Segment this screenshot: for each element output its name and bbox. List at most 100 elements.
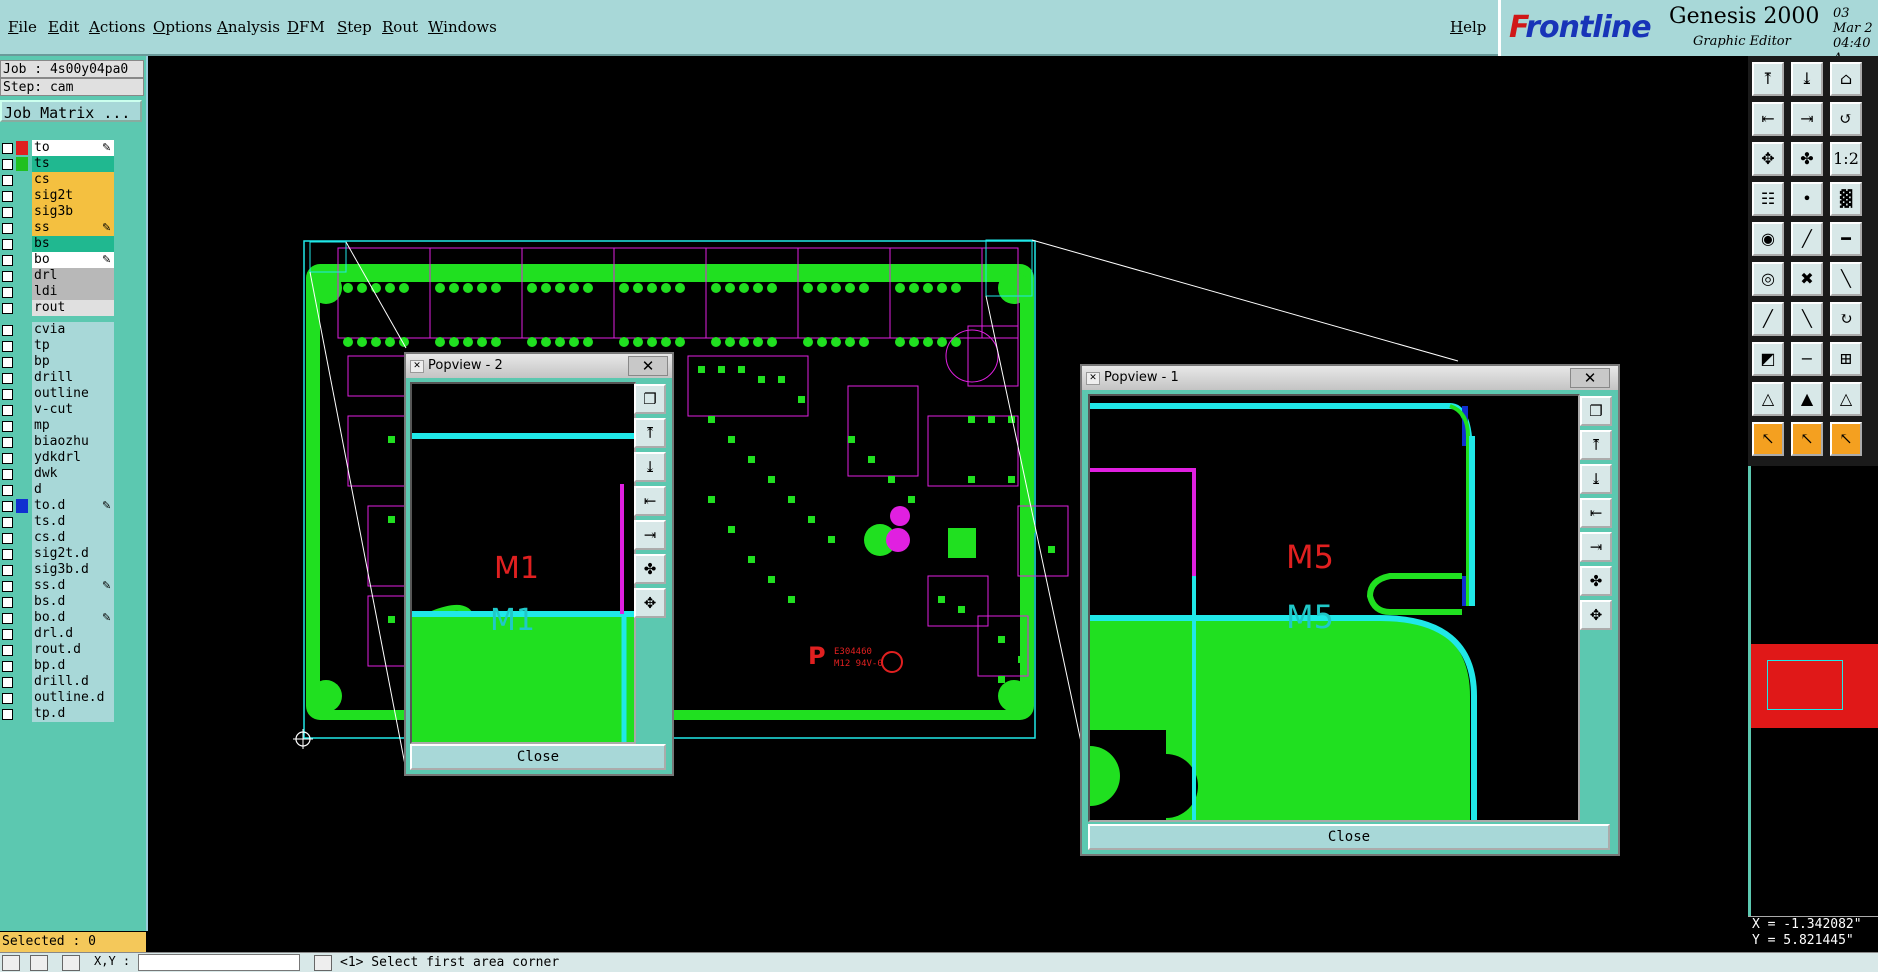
pin-icon[interactable]: •	[1791, 182, 1823, 216]
layer-row[interactable]: bo ✎	[0, 252, 116, 268]
layer-checkbox[interactable]	[2, 581, 13, 592]
layer-checkbox[interactable]	[2, 373, 13, 384]
layer-checkbox[interactable]	[2, 533, 13, 544]
layer-name[interactable]: cs.d	[32, 530, 114, 546]
plus-icon[interactable]	[314, 955, 332, 971]
menu-file[interactable]: File	[8, 18, 37, 36]
menu-edit[interactable]: Edit	[48, 18, 79, 36]
rotate-icon[interactable]: ↻	[1830, 302, 1862, 336]
zoom-in-icon[interactable]: ✤	[1580, 566, 1612, 596]
layer-checkbox[interactable]	[2, 223, 13, 234]
close-icon[interactable]: ✕	[1570, 368, 1610, 388]
mode-icon[interactable]	[2, 955, 20, 971]
zoom-in-icon[interactable]: ✤	[634, 554, 666, 584]
pointer-icon[interactable]: ↖	[1752, 422, 1784, 456]
layer-name[interactable]: outline.d	[32, 690, 114, 706]
layer-checkbox[interactable]	[2, 437, 13, 448]
layer-checkbox[interactable]	[2, 709, 13, 720]
layer-name[interactable]: cvia	[32, 322, 114, 338]
feature-icon[interactable]: ◉	[1752, 222, 1784, 256]
layer-checkbox[interactable]	[2, 677, 13, 688]
layer-row[interactable]: sig2t.d	[0, 546, 116, 562]
layer-name[interactable]: outline	[32, 386, 114, 402]
layer-checkbox[interactable]	[2, 207, 13, 218]
layer-color-swatch[interactable]	[16, 499, 28, 513]
layer-name[interactable]: drl.d	[32, 626, 114, 642]
layer-checkbox[interactable]	[2, 175, 13, 186]
triangle-icon[interactable]: △	[1752, 382, 1784, 416]
layer-row[interactable]: bs	[0, 236, 116, 252]
layer-row[interactable]: sig3b	[0, 204, 116, 220]
layer-checkbox[interactable]	[2, 405, 13, 416]
popview-1-canvas[interactable]: M5 M5	[1088, 394, 1580, 822]
menu-windows[interactable]: Windows	[428, 18, 497, 36]
layer-row[interactable]: outline.d	[0, 690, 116, 706]
menu-step[interactable]: Step	[337, 18, 372, 36]
layer-row[interactable]: sig2t	[0, 188, 116, 204]
layer-row[interactable]: cs.d	[0, 530, 116, 546]
layer-name[interactable]: bs.d	[32, 594, 114, 610]
zoom-out-icon[interactable]: ✥	[1580, 600, 1612, 630]
layer-checkbox[interactable]	[2, 159, 13, 170]
layer-checkbox[interactable]	[2, 255, 13, 266]
layer-checkbox[interactable]	[2, 453, 13, 464]
layer-row[interactable]: drl	[0, 268, 116, 284]
layer-checkbox[interactable]	[2, 517, 13, 528]
draw-arc-icon[interactable]: ╲	[1791, 302, 1823, 336]
layer-checkbox[interactable]	[2, 303, 13, 314]
layer-name[interactable]: d	[32, 482, 114, 498]
check-icon[interactable]	[30, 955, 48, 971]
pan-up-icon[interactable]: ⤒	[634, 418, 666, 448]
route-icon[interactable]: ╲	[1830, 262, 1862, 296]
layer-row[interactable]: to ✎	[0, 140, 116, 156]
layer-checkbox[interactable]	[2, 357, 13, 368]
close-icon[interactable]: ✕	[628, 356, 668, 376]
zoom-out-icon[interactable]: ✥	[634, 588, 666, 618]
zoom-home-icon[interactable]: ❐	[1580, 396, 1612, 426]
layer-name[interactable]: rout	[32, 300, 114, 316]
layer-name[interactable]: ts	[32, 156, 114, 172]
layer-row[interactable]: bo.d ✎	[0, 610, 116, 626]
layer-checkbox[interactable]	[2, 143, 13, 154]
layer-checkbox[interactable]	[2, 191, 13, 202]
pan-up-icon[interactable]: ⤒	[1752, 62, 1784, 96]
layer-checkbox[interactable]	[2, 271, 13, 282]
pan-left-icon[interactable]: ⇤	[1752, 102, 1784, 136]
grid-icon[interactable]	[62, 955, 80, 971]
minus-icon[interactable]: −	[1791, 342, 1823, 376]
layer-name[interactable]: drill.d	[32, 674, 114, 690]
layer-name[interactable]: drl	[32, 268, 114, 284]
layer-row[interactable]: ydkdrl	[0, 450, 116, 466]
connect-icon[interactable]: ◎	[1752, 262, 1784, 296]
scale-icon[interactable]: 1:2	[1830, 142, 1862, 176]
layer-checkbox[interactable]	[2, 485, 13, 496]
layer-checkbox[interactable]	[2, 645, 13, 656]
layer-row[interactable]: drl.d	[0, 626, 116, 642]
layer-row[interactable]: cs	[0, 172, 116, 188]
menu-dfm[interactable]: DFM	[287, 18, 325, 36]
layer-checkbox[interactable]	[2, 693, 13, 704]
pan-left-icon[interactable]: ⇤	[634, 486, 666, 516]
layer-name[interactable]: ydkdrl	[32, 450, 114, 466]
layer-row[interactable]: tp	[0, 338, 116, 354]
line-icon[interactable]: ╱	[1791, 222, 1823, 256]
layer-row[interactable]: to.d ✎	[0, 498, 116, 514]
layer-row[interactable]: cvia	[0, 322, 116, 338]
select-area-icon[interactable]: ◩	[1752, 342, 1784, 376]
layer-checkbox[interactable]	[2, 549, 13, 560]
zoom-in-icon[interactable]: ✥	[1752, 142, 1784, 176]
layer-name[interactable]: bp	[32, 354, 114, 370]
layer-row[interactable]: tp.d	[0, 706, 116, 722]
layer-checkbox[interactable]	[2, 501, 13, 512]
layer-name[interactable]: tp.d	[32, 706, 114, 722]
layer-checkbox[interactable]	[2, 469, 13, 480]
layer-row[interactable]: d	[0, 482, 116, 498]
ruler-icon[interactable]: ━	[1830, 222, 1862, 256]
zoom-home-icon[interactable]: ❐	[634, 384, 666, 414]
pan-up-icon[interactable]: ⤒	[1580, 430, 1612, 460]
layer-row[interactable]: bp.d	[0, 658, 116, 674]
move-icon[interactable]: ↖	[1830, 422, 1862, 456]
layer-name[interactable]: bs	[32, 236, 114, 252]
layer-name[interactable]: tp	[32, 338, 114, 354]
pan-down-icon[interactable]: ⤓	[634, 452, 666, 482]
